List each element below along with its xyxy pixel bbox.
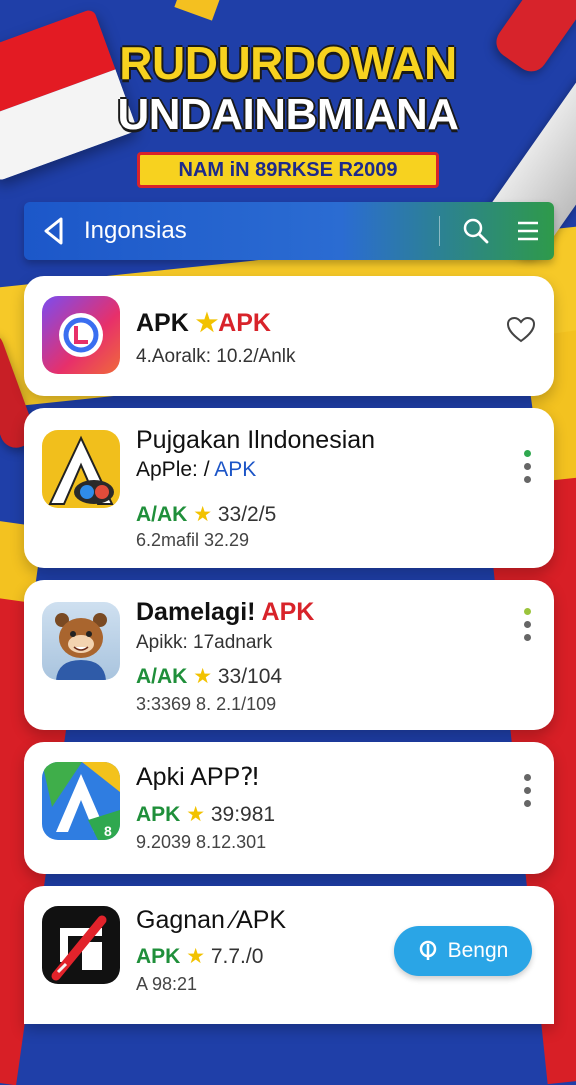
- app-name: Pujgakan Ilndonesian: [136, 426, 376, 454]
- decorative-shape: [174, 0, 226, 21]
- app-rating: A/AK ★ 33/104: [136, 665, 283, 688]
- more-vert-icon[interactable]: [518, 774, 536, 807]
- app-meta: ApPle: / APK: [136, 458, 257, 481]
- app-icon: [42, 906, 120, 984]
- page-title-line2: UNDAINBMIANA: [117, 90, 459, 139]
- app-stats: 3:3369 8. 2.1/109: [136, 694, 277, 714]
- app-name: Damelagi! APK: [136, 598, 315, 626]
- star-icon: ★: [193, 503, 213, 526]
- app-card[interactable]: Damelagi! APK Apikk: 17adnark A/AK ★ 33/…: [24, 580, 554, 730]
- app-icon: [42, 430, 120, 508]
- app-name: Apki APP⁈: [136, 763, 259, 791]
- app-rating: APK ★ 39:981: [136, 803, 276, 826]
- app-card[interactable]: APK ★APK 4.Aoralk: 10.2/Anlk: [24, 276, 554, 396]
- app-card[interactable]: Pujgakan Ilndonesian ApPle: / APK A/AK ★…: [24, 408, 554, 568]
- subtitle-badge: NAM iN 89RKSE R2009: [137, 152, 439, 188]
- app-bar: Ingonsias: [24, 202, 554, 260]
- app-stats: 6.2mafil 32.29: [136, 530, 250, 550]
- svg-text:8: 8: [104, 823, 112, 839]
- app-icon: 8: [42, 762, 120, 840]
- heart-icon: [506, 316, 536, 343]
- menu-button[interactable]: [502, 202, 554, 260]
- app-icon: [42, 296, 120, 374]
- hamburger-menu-icon: [518, 221, 538, 241]
- favorite-button[interactable]: [506, 316, 536, 349]
- app-name: Gagnan ⁄APK: [136, 906, 287, 934]
- app-rating: A/AK ★ 33/2/5: [136, 503, 277, 526]
- app-stats: A 98:21: [136, 974, 198, 994]
- app-icon: [42, 602, 120, 680]
- install-button[interactable]: Bengn: [394, 926, 532, 976]
- page-title: RUDURDOWAN: [119, 37, 457, 89]
- star-icon: ★: [195, 309, 219, 337]
- search-icon: [463, 218, 489, 244]
- star-icon: ★: [186, 945, 206, 968]
- app-bar-divider: [439, 216, 440, 246]
- app-stats: 9.2039 8.12.301: [136, 832, 267, 852]
- app-meta: 4.Aoralk: 10.2/Anlk: [136, 346, 296, 367]
- install-button-label: Bengn: [447, 939, 509, 962]
- download-icon: [419, 940, 436, 960]
- app-meta: Apikk: 17adnark: [136, 632, 273, 653]
- more-vert-icon[interactable]: [518, 608, 536, 641]
- search-button[interactable]: [450, 202, 502, 260]
- star-icon: ★: [186, 803, 206, 826]
- back-button[interactable]: [24, 202, 84, 260]
- app-bar-title: Ingonsias: [84, 217, 187, 244]
- app-card[interactable]: Gagnan ⁄APK APK ★ 7.7./0 A 98:21 Bengn: [24, 886, 554, 1024]
- more-vert-icon[interactable]: [518, 450, 536, 483]
- app-rating: APK ★ 7.7./0: [136, 945, 264, 968]
- app-name: APK ★APK: [136, 309, 271, 337]
- back-arrow-icon: [44, 217, 63, 245]
- app-card[interactable]: 8 Apki APP⁈ APK ★ 39:981 9.2039 8.12.301: [24, 742, 554, 874]
- star-icon: ★: [193, 665, 213, 688]
